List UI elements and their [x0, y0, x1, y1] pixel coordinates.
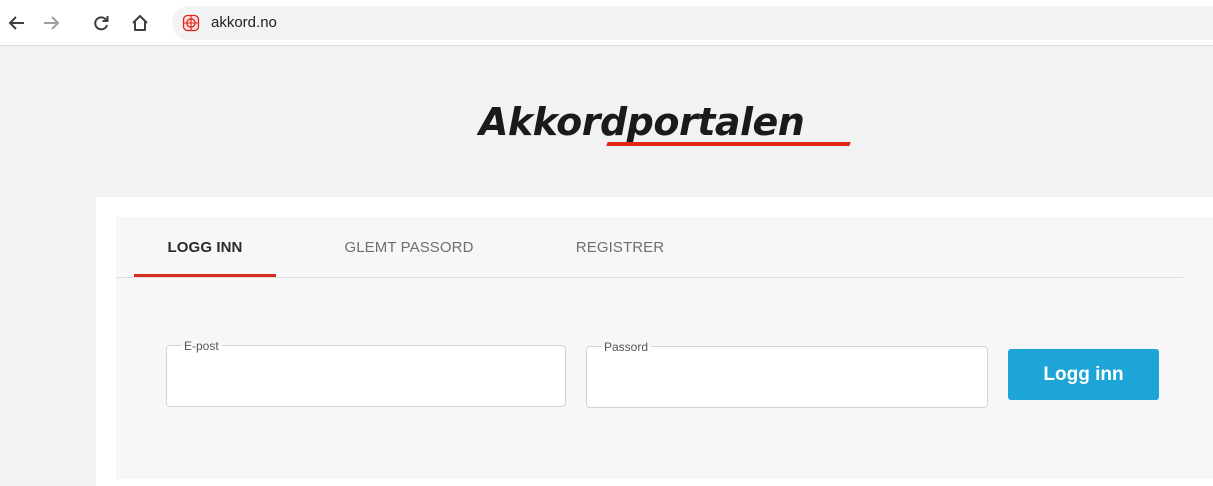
- reload-icon: [94, 16, 109, 31]
- login-button[interactable]: Logg inn: [1008, 349, 1159, 400]
- tab-logg-inn[interactable]: LOGG INN: [134, 217, 276, 278]
- url-text: akkord.no: [211, 14, 277, 31]
- logo-text: Akkordportalen: [479, 100, 805, 144]
- arrow-right-icon: [44, 16, 60, 30]
- back-button[interactable]: [4, 10, 30, 36]
- active-tab-indicator: [134, 274, 276, 277]
- email-label: E-post: [181, 339, 222, 353]
- password-input[interactable]: [599, 365, 975, 395]
- email-input[interactable]: [179, 364, 553, 394]
- arrow-left-icon: [8, 16, 24, 30]
- logo-underline: [606, 142, 851, 146]
- password-label: Passord: [601, 340, 652, 354]
- login-panel: LOGG INN GLEMT PASSORD REGISTRER E-post …: [116, 217, 1213, 479]
- site-favicon-icon: [182, 14, 200, 32]
- address-bar[interactable]: akkord.no: [172, 6, 1213, 40]
- browser-toolbar: akkord.no: [0, 0, 1213, 46]
- tab-registrer[interactable]: REGISTRER: [564, 217, 676, 278]
- login-card: LOGG INN GLEMT PASSORD REGISTRER E-post …: [96, 197, 1213, 486]
- forward-button[interactable]: [38, 10, 64, 36]
- page: Akkordportalen LOGG INN GLEMT PASSORD RE…: [0, 47, 1213, 486]
- email-field[interactable]: E-post: [166, 339, 566, 407]
- reload-button[interactable]: [88, 10, 114, 36]
- home-button[interactable]: [127, 10, 153, 36]
- password-field[interactable]: Passord: [586, 340, 988, 408]
- auth-tabs: LOGG INN GLEMT PASSORD REGISTRER: [116, 217, 1183, 278]
- tab-glemt-passord[interactable]: GLEMT PASSORD: [328, 217, 490, 278]
- home-icon: [132, 15, 148, 31]
- akkordportalen-logo[interactable]: Akkordportalen: [479, 99, 859, 151]
